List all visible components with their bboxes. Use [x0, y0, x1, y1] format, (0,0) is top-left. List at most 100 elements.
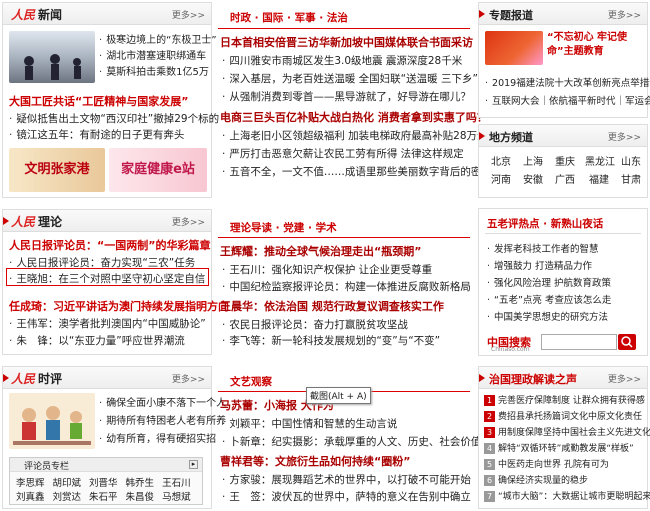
special-item-2[interactable]: 互联网大会｜依航福平新时代｜军运会: [485, 93, 650, 107]
region-link[interactable]: 甘肃: [621, 171, 641, 186]
special-promo-image[interactable]: [485, 31, 543, 65]
region-link[interactable]: 北京: [491, 153, 511, 168]
columnist-link[interactable]: 李思辉: [16, 478, 45, 489]
mid3-headline-2[interactable]: 曹祥君等：文旅衍生品如何持续“圈粉”: [220, 453, 410, 469]
commentary-more-link[interactable]: 更多>>: [172, 372, 205, 385]
popular-item-1[interactable]: 发挥老科技工作者的智慧: [487, 241, 599, 255]
banner-left[interactable]: 文明张家港: [9, 148, 105, 192]
section-2-divider: [218, 237, 470, 238]
theory-item-3[interactable]: 王伟军：澳学者批判澳国内“中国威胁论”: [9, 316, 205, 331]
region-link[interactable]: 山东: [621, 153, 641, 168]
decode-panel: 治国理政解读之声 更多>> 1 完善医疗保障制度 让群众拥有获得感 2 费招县承托扬…: [478, 366, 650, 509]
mid1-item-2[interactable]: 深入基层，为老百姓送温暖 全国妇联“送温暖 三下乡”: [222, 71, 478, 86]
decode-item-2[interactable]: 2 费招县承托扬篇词文化中原文化责任: [484, 409, 642, 422]
news-more-link[interactable]: 更多>>: [172, 8, 205, 21]
region-link[interactable]: 重庆: [555, 153, 575, 168]
special-item-1[interactable]: 2019福建法院十大改革创新亮点举措评选: [485, 75, 650, 89]
theory-headline-1[interactable]: 人民日报评论员：“一国两制”的华彩篇章: [9, 237, 210, 253]
columnist-link[interactable]: 刘晋华: [89, 478, 118, 489]
columnist-link[interactable]: 朱昌俊: [126, 492, 155, 503]
columnist-link[interactable]: 马想斌: [162, 492, 191, 503]
region-link[interactable]: 福建: [589, 171, 609, 186]
region-link[interactable]: 黑龙江: [585, 153, 615, 168]
rank-badge: 7: [484, 491, 495, 502]
popular-item-4[interactable]: “五老”点亮 考查应该怎么走: [487, 292, 611, 306]
special-promo-text[interactable]: “不忘初心 牢记使命”主题教育: [547, 31, 645, 59]
news-feature-2[interactable]: 湖北市潜塞速职绑通车: [99, 47, 206, 62]
commentary-line-3[interactable]: 幼有所育，得有硬招实招: [99, 430, 216, 445]
mid3-item-1[interactable]: 刘颖平：中国性情和智慧的生动言说: [222, 416, 397, 431]
mid2-headline-1[interactable]: 王辉耀：推动全球气候治理走出“瓶颈期”: [220, 243, 421, 259]
columnist-link[interactable]: 刘真鑫: [16, 492, 45, 503]
mid2-item-4[interactable]: 李飞等：新一轮科技发展规划的“变”与“不变”: [222, 333, 440, 348]
section-2-tabs[interactable]: 理论导读 · 党建 · 学术: [230, 220, 337, 235]
mid1-headline-2[interactable]: 电商三巨头百亿补贴大战白热化 消费者拿到实惠了吗？: [220, 109, 488, 125]
mid2-item-1[interactable]: 王石川：强化知识产权保护 让企业更受尊重: [222, 262, 432, 277]
triangle-icon: [3, 374, 9, 382]
news-feature-1[interactable]: 极寒边境上的“东极卫士”: [99, 31, 216, 46]
banner-right[interactable]: 家庭健康e站: [109, 148, 207, 192]
mid1-item-5[interactable]: 严厉打击恶意欠薪让农民工劳有所得 法律这样规定: [222, 146, 463, 161]
theory-headline-2[interactable]: 任成琦：习近平讲话为澳门持续发展指明方向: [9, 298, 229, 314]
news-headline[interactable]: 大国工匠共话“工匠精神与国家发展”: [9, 93, 188, 109]
decode-more-link[interactable]: 更多>>: [608, 372, 641, 385]
news-item-1[interactable]: 疑似抵售出土文物“西汉印社”撤掉29个标的: [9, 111, 219, 126]
rank-badge: 6: [484, 475, 495, 486]
news-photo[interactable]: [9, 31, 95, 83]
theory-item-2[interactable]: 王晓旭：在三个对照中坚守初心坚定自信: [9, 271, 205, 286]
popular-item-2[interactable]: 增强鼓力 打造精品力作: [487, 258, 592, 272]
popular-item-3[interactable]: 强化风险治理 护航数育政策: [487, 275, 611, 289]
section-1-tabs[interactable]: 时政 · 国际 · 军事 · 法治: [230, 10, 348, 25]
regions-more-link[interactable]: 更多>>: [608, 130, 641, 143]
decode-panel-header: 治国理政解读之声 更多>>: [479, 367, 647, 389]
mid1-item-6[interactable]: 五音不全，一文不值……成语里那些美丽数字背后的密码: [222, 164, 492, 179]
news-item-2[interactable]: 镜江这五年：有耐途的日子更有奔头: [9, 127, 184, 142]
commentary-line-1[interactable]: 确保全面小康不落下一个人: [99, 394, 226, 409]
region-link[interactable]: 河南: [491, 171, 511, 186]
search-button[interactable]: [618, 334, 636, 350]
popular-item-5[interactable]: 中国美学思想史的研究方法: [487, 309, 608, 323]
commentary-line-2[interactable]: 期待所有特困老人老有所养: [99, 412, 226, 427]
region-link[interactable]: 广西: [555, 171, 575, 186]
rank-badge: 5: [484, 459, 495, 470]
mid1-item-4[interactable]: 上海老旧小区领超级福利 加装电梯政府最高补贴28万元: [222, 128, 487, 143]
decode-item-7[interactable]: 7 “城市大脑”：大数据让城市更聪明起来: [484, 489, 650, 502]
region-link[interactable]: 安徽: [523, 171, 543, 186]
mid1-headline-1[interactable]: 日本首相安倍晋三访华新加坡中国媒体联合书面采访: [220, 34, 473, 50]
news-feature-3[interactable]: 莫斯科拍击乘数1亿5万: [99, 63, 209, 78]
mid3-item-3[interactable]: 方家骏：展现舞蹈艺术的世界中，以打破不可能开始: [222, 472, 471, 487]
commentary-cartoon[interactable]: [9, 393, 95, 449]
mid2-item-3[interactable]: 农民日报评论员：奋力打赢脱贫攻坚战: [222, 317, 408, 332]
mid3-item-4[interactable]: 王 签：波伏瓦的世界中，萨特的意义在告别中确立: [222, 489, 471, 504]
scroll-icon[interactable]: ▸: [189, 460, 198, 469]
mid3-item-2[interactable]: 卜新章：纪实摄影：承载厚重的人文、历史、社会价值: [222, 434, 481, 449]
mid1-item-3[interactable]: 从强制消费到零首——黑导游就了，好导游在哪儿？: [222, 89, 471, 104]
decode-title[interactable]: 治国理政解读之声: [489, 371, 577, 387]
columnist-link[interactable]: 胡印斌: [53, 478, 82, 489]
columnist-link[interactable]: 韩乔生: [126, 478, 155, 489]
popular-title[interactable]: 五老评热点 · 新熟山夜话: [487, 216, 603, 231]
theory-logo[interactable]: 人民 理论: [11, 213, 62, 230]
decode-item-5[interactable]: 5 中医药走向世界 孔院有可为: [484, 457, 609, 470]
decode-item-3[interactable]: 3用制度保障坚持中国社会主义先进文化发展: [484, 425, 650, 438]
columnist-link[interactable]: 刘赏达: [53, 492, 82, 503]
region-link[interactable]: 上海: [523, 153, 543, 168]
columnist-link[interactable]: 王石川: [162, 478, 191, 489]
search-sub: Chinaso.com: [491, 346, 530, 353]
decode-item-1[interactable]: 1 完善医疗保障制度 让群众拥有获得感: [484, 393, 645, 406]
theory-item-4[interactable]: 朱 锋：以“东亚力量”呼应世界潮流: [9, 333, 184, 348]
decode-item-4[interactable]: 4 解特“双循环转”咸勤教发展“样板”: [484, 441, 634, 454]
mid2-headline-2[interactable]: 王晨华：依法治国 规范行政复议调查核实工作: [220, 298, 444, 314]
search-input[interactable]: [541, 334, 617, 350]
news-logo[interactable]: 人民 新闻: [11, 6, 62, 23]
section-3-tabs[interactable]: 文艺观察: [230, 374, 272, 389]
commentary-logo[interactable]: 人民 时评: [11, 370, 62, 387]
theory-more-link[interactable]: 更多>>: [172, 215, 205, 228]
special-more-link[interactable]: 更多>>: [608, 8, 641, 21]
mid1-item-1[interactable]: 四川雅安市雨城区发生3.0级地震 震源深度28千米: [222, 53, 462, 68]
mid2-item-2[interactable]: 中国纪检监察报评论员：构建一体推进反腐败新格局: [222, 279, 471, 294]
columnist-link[interactable]: 朱石平: [89, 492, 118, 503]
regions-title[interactable]: 地方频道: [489, 129, 533, 145]
decode-item-6[interactable]: 6 确保经济实现量的稳步: [484, 473, 588, 486]
special-title[interactable]: 专题报道: [489, 7, 533, 23]
